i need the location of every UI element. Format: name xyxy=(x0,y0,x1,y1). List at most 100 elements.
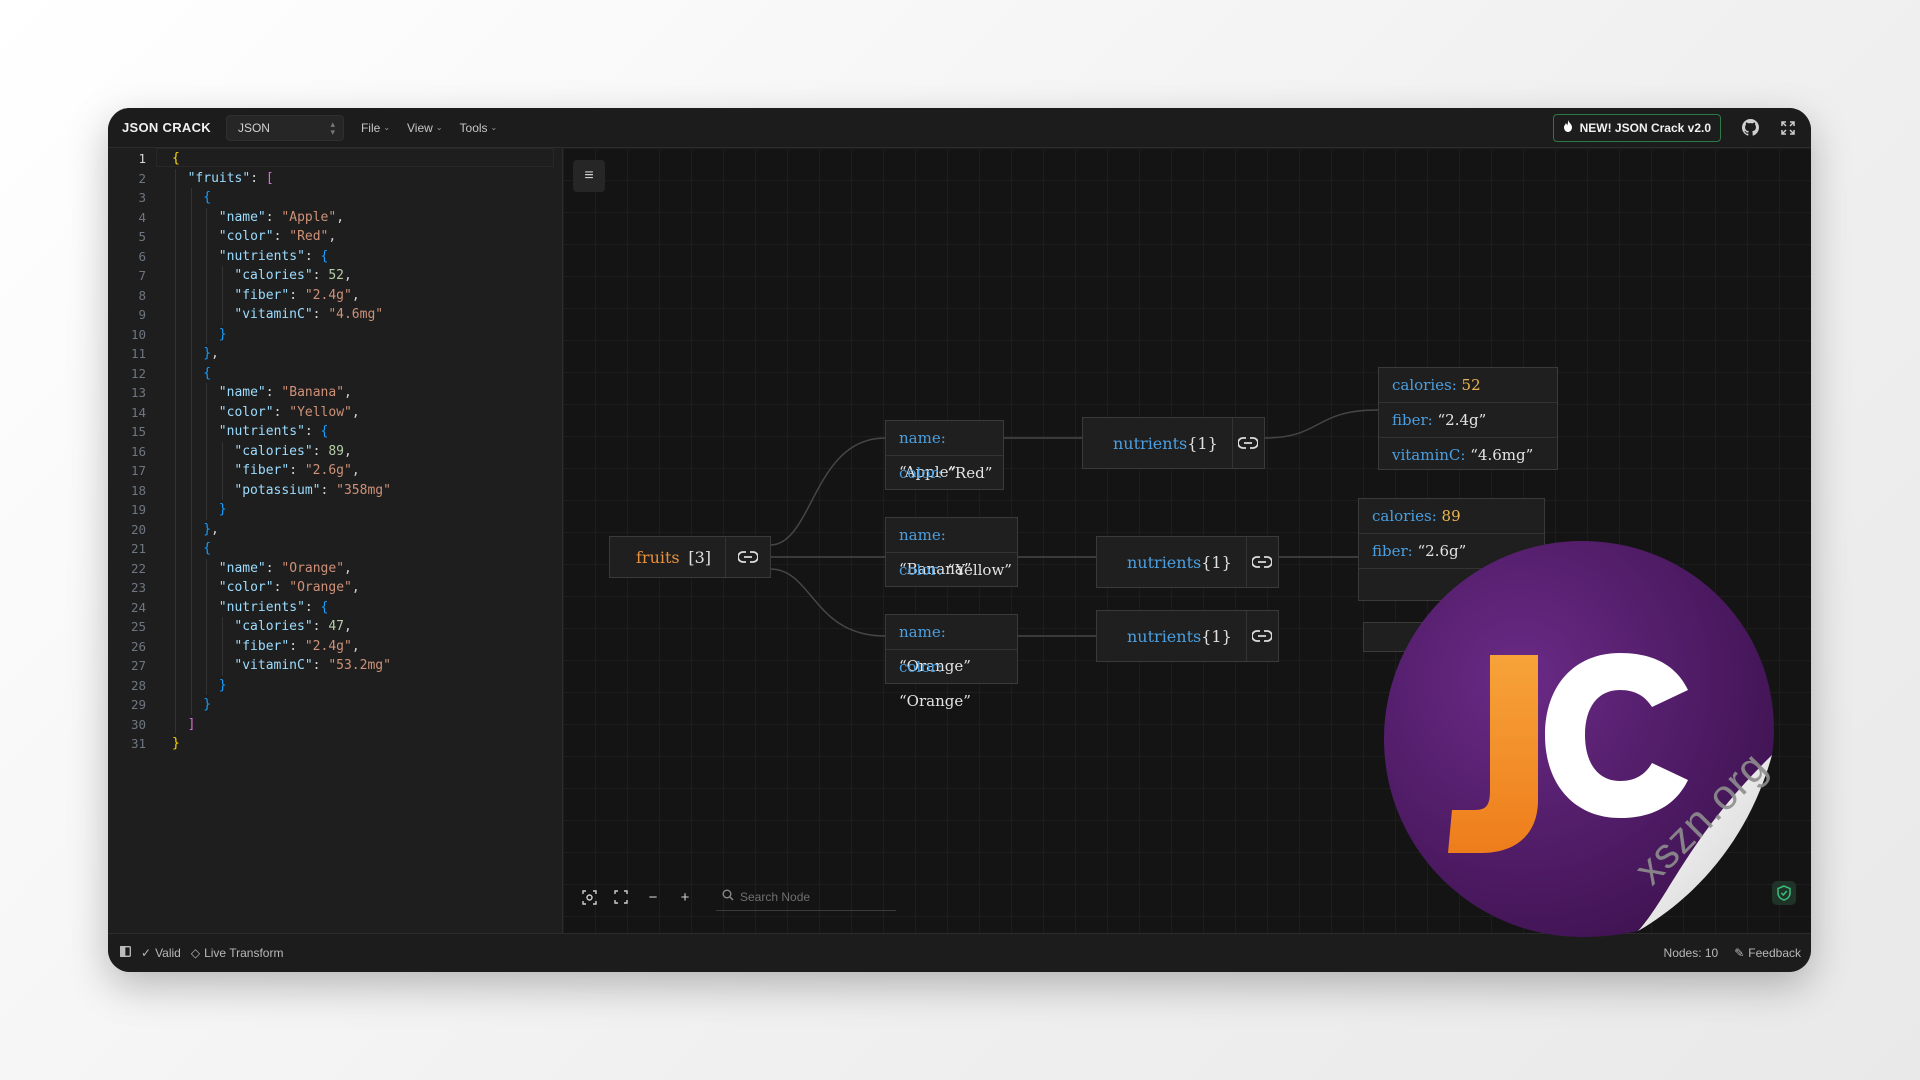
fit-view-icon[interactable] xyxy=(605,882,637,912)
search-node-input[interactable]: Search Node xyxy=(716,883,896,911)
node-count: [3] xyxy=(688,547,711,567)
line-number: 9 xyxy=(138,307,146,322)
zoom-out-icon[interactable]: − xyxy=(637,882,669,912)
edge-root-orange xyxy=(769,568,886,637)
github-icon[interactable] xyxy=(1741,119,1759,137)
indent-guide xyxy=(175,461,176,481)
code-line[interactable]: 6 "nutrients": { xyxy=(108,246,562,266)
code-line[interactable]: 14 "color": "Yellow", xyxy=(108,402,562,422)
code-line[interactable]: 24 "nutrients": { xyxy=(108,597,562,617)
code-line[interactable]: 15 "nutrients": { xyxy=(108,422,562,442)
menu-tools[interactable]: Tools ⌄ xyxy=(460,121,498,135)
code-text: "potassium": "358mg" xyxy=(234,482,391,498)
node-orange-nutrient-values[interactable] xyxy=(1363,622,1543,652)
format-select[interactable]: JSON ▴ ▾ xyxy=(225,114,344,141)
indent-guide xyxy=(175,617,176,637)
indent-guide xyxy=(175,656,176,676)
shield-check-icon[interactable] xyxy=(1772,881,1796,905)
indent-guide xyxy=(175,519,176,539)
code-line[interactable]: 7 "calories": 52, xyxy=(108,266,562,286)
line-number: 8 xyxy=(138,287,146,303)
new-version-button[interactable]: NEW! JSON Crack v2.0 xyxy=(1552,113,1721,142)
node-nutrients-orange[interactable]: nutrients {1} xyxy=(1096,610,1279,662)
code-line[interactable]: 2 "fruits": [ xyxy=(108,168,562,188)
zoom-in-icon[interactable]: + xyxy=(669,882,701,912)
code-text: }, xyxy=(203,346,219,361)
code-line[interactable]: 25 "calories": 47, xyxy=(108,617,562,637)
indent-guide xyxy=(175,714,176,734)
node-fruits[interactable]: fruits [3] xyxy=(609,536,771,578)
link-icon[interactable] xyxy=(1231,418,1264,468)
line-number: 3 xyxy=(138,190,146,205)
indent-guide xyxy=(190,578,192,598)
graph-menu-button[interactable]: ≡ xyxy=(573,160,605,192)
link-icon[interactable] xyxy=(725,537,770,577)
indent-guide xyxy=(190,363,192,383)
code-line[interactable]: 18 "potassium": "358mg" xyxy=(108,480,562,500)
code-line[interactable]: 29} xyxy=(108,695,562,715)
edge-root-apple xyxy=(769,437,886,546)
code-line[interactable]: 23 "color": "Orange", xyxy=(108,578,562,598)
code-text: "vitaminC": "53.2mg" xyxy=(234,658,391,673)
line-number: 14 xyxy=(130,404,146,420)
code-line[interactable]: 21 { xyxy=(108,539,562,559)
indent-guide xyxy=(175,246,176,266)
field-value: “Orange” xyxy=(899,692,971,710)
node-key: nutrients xyxy=(1127,552,1202,572)
code-text: "name": "Apple", xyxy=(218,209,345,225)
code-line[interactable]: 26 "fiber": "2.4g", xyxy=(108,636,562,656)
format-value: JSON xyxy=(237,120,270,135)
field-key: fiber: xyxy=(1392,411,1438,429)
focus-icon[interactable] xyxy=(573,882,605,912)
code-line[interactable]: 13 "name": "Banana", xyxy=(108,383,562,403)
node-orange[interactable]: name: “Orange” color: “Orange” xyxy=(885,614,1018,710)
code-line[interactable]: 12 { xyxy=(108,363,562,383)
code-line[interactable]: 1{ xyxy=(108,149,562,169)
node-apple-nutrient-values[interactable]: calories: 52 fiber: “2.4g” vitaminC: “4.… xyxy=(1378,367,1558,470)
line-number: 2 xyxy=(138,170,146,186)
code-line[interactable]: 16 "calories": 89, xyxy=(108,441,562,461)
fullscreen-icon[interactable] xyxy=(1779,119,1797,137)
indent-guide xyxy=(190,461,192,481)
node-banana[interactable]: name: “Banana” color: “Yellow” xyxy=(885,517,1018,587)
code-line[interactable]: 4 "name": "Apple", xyxy=(108,207,562,227)
menu-view[interactable]: View ⌄ xyxy=(407,121,443,135)
line-number: 17 xyxy=(130,463,146,478)
code-line[interactable]: 5 "color": "Red", xyxy=(108,227,562,247)
check-icon: ✓ xyxy=(141,946,152,960)
feedback-link[interactable]: ✎ Feedback xyxy=(1734,946,1801,960)
link-icon[interactable] xyxy=(1245,537,1278,587)
code-line[interactable]: 10} xyxy=(108,324,562,344)
code-line[interactable]: 20}, xyxy=(108,519,562,539)
code-line[interactable]: 3{ xyxy=(108,188,562,208)
node-banana-nutrient-values[interactable]: calories: 89 fiber: “2.6g” xyxy=(1358,498,1545,601)
node-apple[interactable]: name: “Apple” color: “Red” xyxy=(885,420,1004,490)
code-line[interactable]: 8 "fiber": "2.4g", xyxy=(108,285,562,305)
node-nutrients-banana[interactable]: nutrients {1} xyxy=(1096,536,1279,588)
live-transform-toggle[interactable]: ◇ Live Transform xyxy=(191,946,284,960)
code-text: "fiber": "2.4g", xyxy=(234,287,360,303)
code-line[interactable]: 30] xyxy=(108,714,562,734)
menu-file[interactable]: File ⌄ xyxy=(361,121,390,135)
node-nutrients-apple[interactable]: nutrients {1} xyxy=(1082,417,1265,469)
line-number: 19 xyxy=(130,502,146,517)
code-line[interactable]: 27 "vitaminC": "53.2mg" xyxy=(108,656,562,676)
code-editor[interactable]: 1{2 "fruits": [3{4 "name": "Apple", 5 "color… xyxy=(108,148,563,934)
code-line[interactable]: 9 "vitaminC": "4.6mg" xyxy=(108,305,562,325)
code-line[interactable]: 28} xyxy=(108,675,562,695)
indent-guide xyxy=(206,656,208,676)
line-number: 7 xyxy=(138,268,146,283)
brand-title: JSON CRACK xyxy=(122,120,211,135)
indent-guide xyxy=(175,363,176,383)
code-line[interactable]: 31} xyxy=(108,734,562,754)
code-line[interactable]: 22 "name": "Orange", xyxy=(108,558,562,578)
code-line[interactable]: 17 "fiber": "2.6g", xyxy=(108,461,562,481)
sidebar-toggle-icon[interactable] xyxy=(120,946,131,960)
search-icon xyxy=(722,889,734,904)
link-icon[interactable] xyxy=(1245,611,1278,661)
graph-canvas[interactable]: ≡ fruits [3] name: “Apple” color: “Red” … xyxy=(563,148,1811,934)
node-count: {1} xyxy=(1201,626,1232,646)
code-line[interactable]: 19} xyxy=(108,500,562,520)
code-line[interactable]: 11}, xyxy=(108,344,562,364)
indent-guide xyxy=(206,305,208,325)
